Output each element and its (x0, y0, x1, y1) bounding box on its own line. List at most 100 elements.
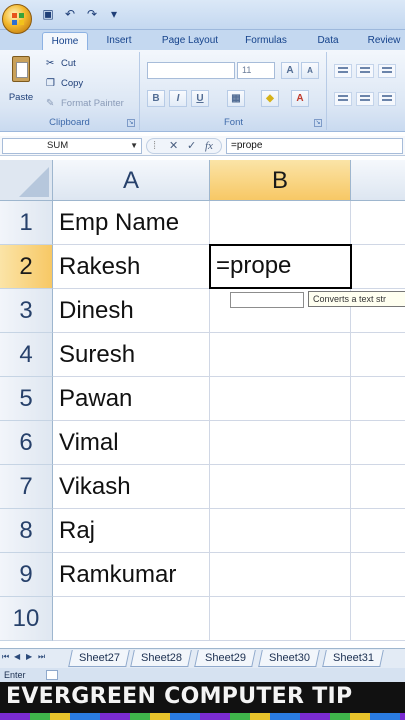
align-right-icon[interactable] (378, 92, 396, 106)
underline-button[interactable]: U (191, 90, 209, 107)
cell-a[interactable]: Raj (53, 509, 210, 553)
cell-b[interactable] (210, 201, 351, 245)
shrink-font-button[interactable]: A (301, 62, 319, 79)
font-size-input[interactable]: 11 (237, 62, 275, 79)
cell-c[interactable] (351, 377, 405, 421)
sheet-tab-bar: ⏮ ◀ ▶ ⏭ Sheet27 Sheet28 Sheet29 Sheet30 … (0, 648, 405, 668)
cell-c[interactable] (351, 597, 405, 641)
row-header[interactable]: 2 (0, 245, 53, 289)
macro-record-icon[interactable] (46, 670, 58, 680)
undo-icon[interactable]: ↶ (62, 6, 78, 22)
fill-color-button[interactable]: ◆ (261, 90, 279, 107)
align-top-icon[interactable] (334, 64, 352, 78)
row-header[interactable]: 5 (0, 377, 53, 421)
font-launcher[interactable]: ↘ (314, 119, 322, 127)
cell-b[interactable] (210, 597, 351, 641)
italic-button[interactable]: I (169, 90, 187, 107)
cell-a[interactable]: Ramkumar (53, 553, 210, 597)
row-header[interactable]: 10 (0, 597, 53, 641)
prev-sheet-icon[interactable]: ◀ (14, 652, 20, 661)
border-button[interactable]: ▦ (227, 90, 245, 107)
cell-b[interactable] (210, 509, 351, 553)
cell-a[interactable]: Vimal (53, 421, 210, 465)
column-header-b[interactable]: B (210, 160, 351, 201)
row-header[interactable]: 3 (0, 289, 53, 333)
cell-a[interactable]: Dinesh (53, 289, 210, 333)
align-middle-icon[interactable] (356, 64, 374, 78)
format-painter-label: Format Painter (61, 98, 124, 109)
tab-formulas[interactable]: Formulas (236, 32, 296, 50)
cell-a[interactable]: Rakesh (53, 245, 210, 289)
copy-button[interactable]: ❐ Copy (46, 78, 83, 89)
tab-page-layout[interactable]: Page Layout (152, 32, 228, 50)
fx-icon[interactable]: fx (205, 139, 213, 153)
cell-c[interactable] (351, 553, 405, 597)
autocomplete-box[interactable] (230, 292, 304, 308)
row-header[interactable]: 7 (0, 465, 53, 509)
cell-a[interactable] (53, 597, 210, 641)
clipboard-launcher[interactable]: ↘ (127, 119, 135, 127)
column-header-a[interactable]: A (53, 160, 210, 201)
sheet-tab[interactable]: Sheet28 (130, 650, 192, 667)
copy-icon: ❐ (46, 78, 55, 89)
select-all-button[interactable] (0, 160, 53, 201)
align-center-icon[interactable] (356, 92, 374, 106)
sheet-tab-label: Sheet30 (268, 652, 310, 664)
tab-home[interactable]: Home (42, 32, 88, 50)
cell-c[interactable] (351, 201, 405, 245)
cell-c[interactable] (351, 421, 405, 465)
align-left-icon[interactable] (334, 92, 352, 106)
status-bar: Enter (0, 668, 405, 682)
tab-review[interactable]: Review (360, 32, 405, 50)
active-cell-editor[interactable]: =prope (209, 244, 352, 289)
next-sheet-icon[interactable]: ▶ (26, 652, 32, 661)
tab-insert[interactable]: Insert (96, 32, 142, 50)
cell-b[interactable] (210, 421, 351, 465)
row-header[interactable]: 1 (0, 201, 53, 245)
cell-b[interactable] (210, 377, 351, 421)
redo-icon[interactable]: ↷ (84, 6, 100, 22)
function-tooltip: Converts a text str (308, 291, 405, 307)
cancel-icon[interactable]: ✕ (169, 139, 178, 153)
sheet-tab[interactable]: Sheet27 (68, 650, 130, 667)
sheet-tab[interactable]: Sheet31 (322, 650, 384, 667)
row-header[interactable]: 8 (0, 509, 53, 553)
cell-a[interactable]: Emp Name (53, 201, 210, 245)
cell-c[interactable] (351, 509, 405, 553)
cell-a[interactable]: Pawan (53, 377, 210, 421)
font-name-input[interactable] (147, 62, 235, 79)
cut-button[interactable]: ✂ Cut (46, 58, 76, 69)
name-box[interactable]: SUM ▼ (2, 138, 142, 154)
chevron-down-icon[interactable]: ▼ (130, 139, 138, 153)
save-icon[interactable]: ▣ (40, 6, 56, 22)
cell-c[interactable] (351, 245, 405, 289)
column-header-c[interactable] (351, 160, 405, 201)
grow-font-button[interactable]: A (281, 62, 299, 79)
cell-a[interactable]: Suresh (53, 333, 210, 377)
cell-b[interactable] (210, 465, 351, 509)
format-painter-button[interactable]: ✎ Format Painter (46, 98, 124, 109)
cell-c[interactable] (351, 333, 405, 377)
font-color-button[interactable]: A (291, 90, 309, 107)
cell-b[interactable] (210, 333, 351, 377)
banner-title: EVERGREEN COMPUTER TIP (6, 684, 353, 709)
sheet-tab[interactable]: Sheet30 (258, 650, 320, 667)
first-sheet-icon[interactable]: ⏮ (2, 652, 9, 662)
office-button[interactable] (2, 4, 32, 34)
cell-a[interactable]: Vikash (53, 465, 210, 509)
cell-c[interactable] (351, 465, 405, 509)
cell-b[interactable] (210, 553, 351, 597)
chevron-down-icon[interactable]: ▾ (106, 6, 122, 22)
last-sheet-icon[interactable]: ⏭ (38, 652, 45, 662)
align-bottom-icon[interactable] (378, 64, 396, 78)
row-header[interactable]: 4 (0, 333, 53, 377)
sheet-tab[interactable]: Sheet29 (194, 650, 256, 667)
row-header[interactable]: 9 (0, 553, 53, 597)
formula-input[interactable]: =prope (226, 138, 403, 154)
video-banner: EVERGREEN COMPUTER TIP (0, 682, 405, 720)
bold-button[interactable]: B (147, 90, 165, 107)
tab-data[interactable]: Data (306, 32, 350, 50)
enter-icon[interactable]: ✓ (187, 139, 196, 153)
row-header[interactable]: 6 (0, 421, 53, 465)
paste-button[interactable]: Paste (6, 56, 36, 104)
